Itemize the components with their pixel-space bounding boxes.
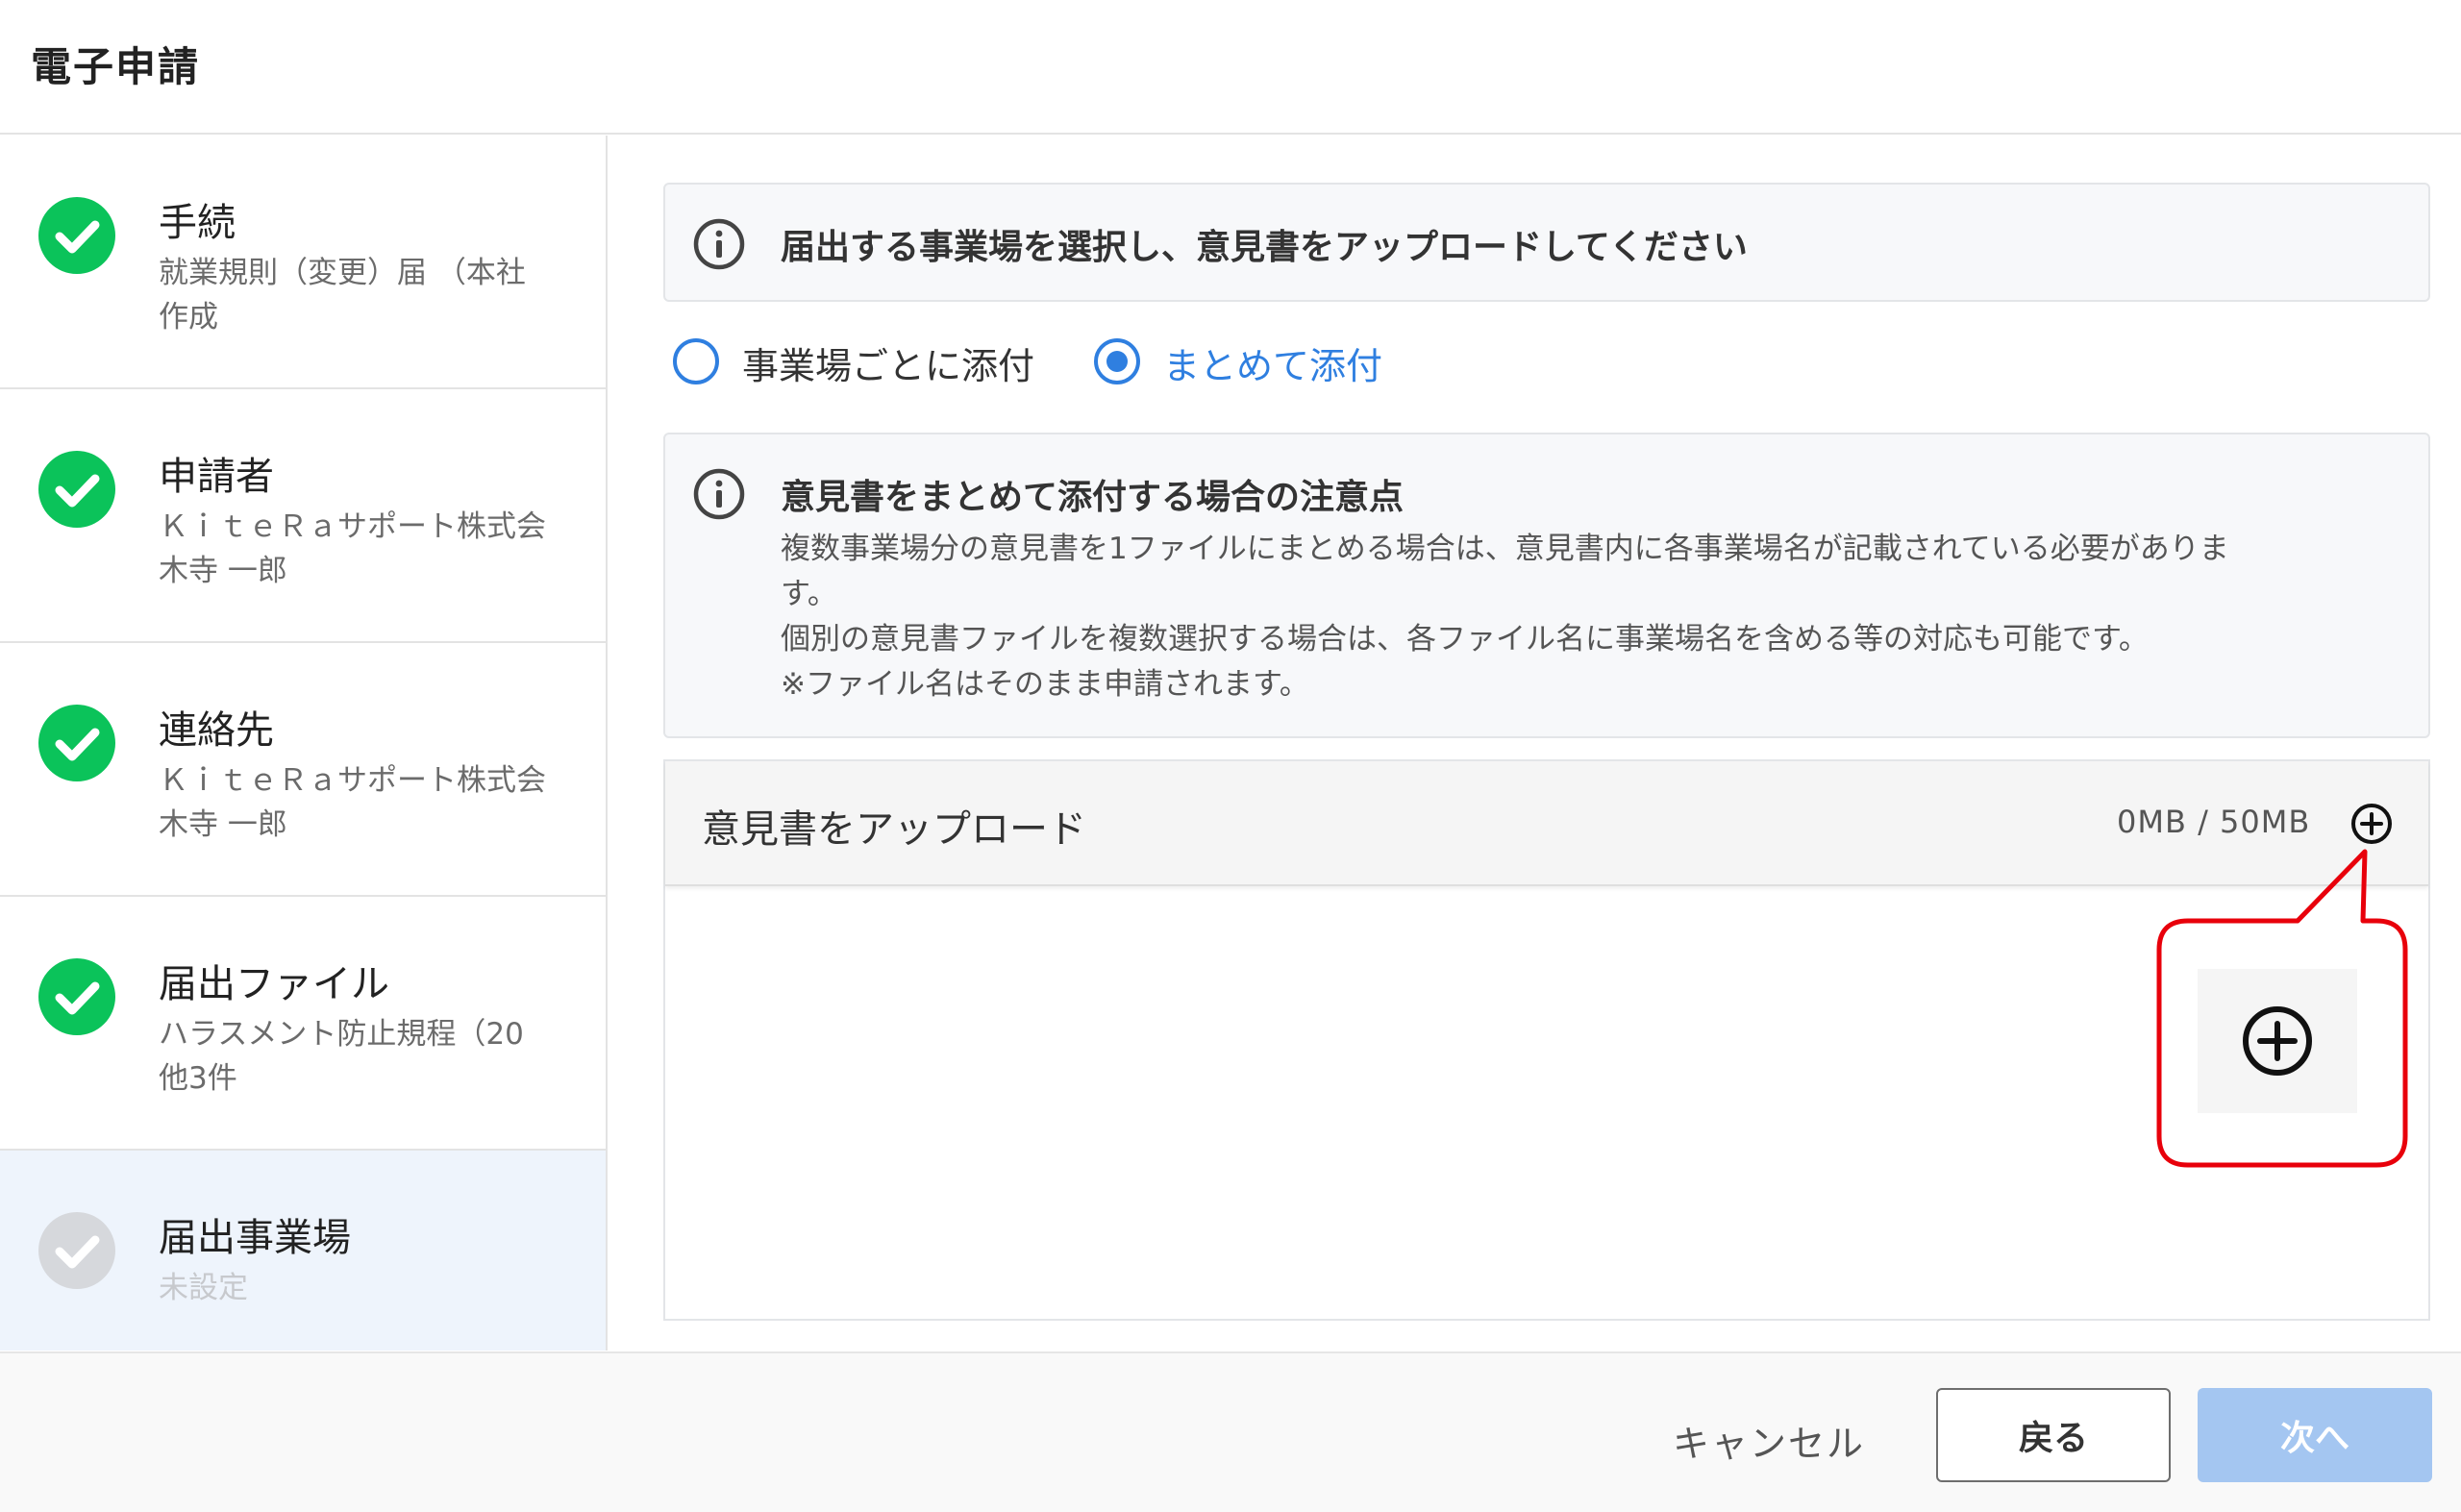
opinion-upload-panel: 意見書をアップロード 0MB / 50MB — [663, 759, 2430, 1321]
instruction-text: 届出する事業場を選択し、意見書をアップロードしてください — [781, 228, 1748, 267]
combined-attach-notice: 意見書をまとめて添付する場合の注意点 複数事業場分の意見書を1ファイルにまとめる… — [663, 433, 2430, 738]
step-filing-workplace[interactable]: 届出事業場 未設定 — [0, 1151, 606, 1351]
notice-body: 複数事業場分の意見書を1ファイルにまとめる場合は、意見書内に各事業場名が記載され… — [781, 532, 2229, 702]
radio-attach-combined[interactable]: まとめて添付 — [1094, 333, 1440, 390]
radio-label: 事業場ごとに添付 — [742, 345, 1035, 387]
e-application-dialog: 電子申請 手続 就業規則（変更）届 （本社 作成 申請者 ＫｉｔｅＲａサポート株… — [0, 0, 2461, 1512]
attach-mode-radio-group: 事業場ごとに添付 まとめて添付 — [673, 333, 1538, 390]
check-circle-icon — [38, 958, 115, 1035]
upload-panel-header: 意見書をアップロード 0MB / 50MB — [665, 761, 2428, 886]
step-title: 申請者 — [159, 455, 274, 499]
radio-circle-selected[interactable] — [1094, 338, 1140, 384]
dialog-header: 電子申請 — [0, 0, 2461, 135]
step-summary: 就業規則（変更）届 （本社 作成 — [159, 256, 526, 335]
step-procedure[interactable]: 手続 就業規則（変更）届 （本社 作成 — [0, 136, 606, 389]
upload-size-indicator: 0MB / 50MB — [2117, 804, 2311, 840]
info-circle-icon — [693, 218, 745, 270]
step-summary: ＫｉｔｅＲａサポート株式会 木寺 一郎 — [159, 763, 546, 842]
back-button[interactable]: 戻る — [1936, 1388, 2171, 1482]
step-sidebar: 手続 就業規則（変更）届 （本社 作成 申請者 ＫｉｔｅＲａサポート株式会 木寺… — [0, 136, 608, 1351]
add-file-button-large[interactable] — [2198, 969, 2357, 1113]
cancel-button[interactable]: キャンセル — [1653, 1401, 1884, 1478]
step-summary: 未設定 — [159, 1271, 248, 1305]
add-file-button[interactable] — [2349, 802, 2394, 846]
upload-title: 意見書をアップロード — [702, 807, 1086, 852]
next-button[interactable]: 次へ — [2198, 1388, 2432, 1482]
step-title: 届出ファイル — [159, 962, 389, 1006]
notice-title: 意見書をまとめて添付する場合の注意点 — [781, 478, 1405, 517]
step-summary: ＫｉｔｅＲａサポート株式会 木寺 一郎 — [159, 509, 546, 588]
step-filing-files[interactable]: 届出ファイル ハラスメント防止規程（20 他3件 — [0, 897, 606, 1151]
radio-attach-per-workplace[interactable]: 事業場ごとに添付 — [673, 333, 1057, 390]
step-applicant[interactable]: 申請者 ＫｉｔｅＲａサポート株式会 木寺 一郎 — [0, 389, 606, 643]
step-title: 手続 — [159, 201, 236, 245]
radio-label: まとめて添付 — [1163, 345, 1383, 387]
step-title: 連絡先 — [159, 708, 274, 753]
check-circle-icon — [38, 705, 115, 781]
step-title: 届出事業場 — [159, 1216, 351, 1260]
step-contact[interactable]: 連絡先 ＫｉｔｅＲａサポート株式会 木寺 一郎 — [0, 643, 606, 897]
check-circle-icon — [38, 451, 115, 528]
plus-circle-icon — [2243, 1006, 2312, 1076]
radio-circle-unselected[interactable] — [673, 338, 719, 384]
dialog-title: 電子申請 — [31, 43, 201, 90]
info-circle-icon — [693, 468, 745, 520]
instruction-banner: 届出する事業場を選択し、意見書をアップロードしてください — [663, 183, 2430, 302]
check-circle-icon — [38, 1212, 115, 1289]
check-circle-icon — [38, 197, 115, 274]
step-summary: ハラスメント防止規程（20 他3件 — [159, 1017, 524, 1096]
dialog-footer: キャンセル 戻る 次へ — [0, 1351, 2461, 1512]
plus-circle-icon — [2351, 804, 2392, 844]
